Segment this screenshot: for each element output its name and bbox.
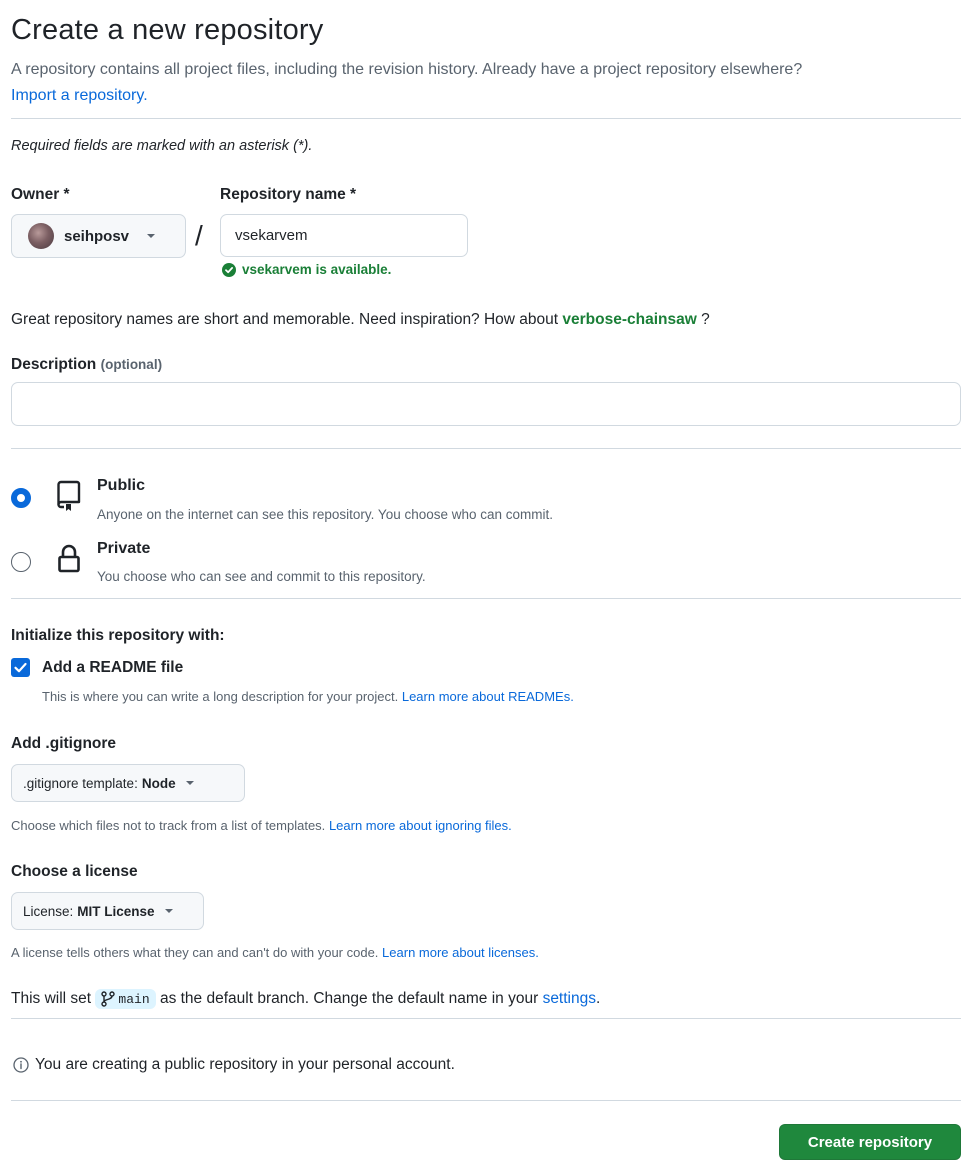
info-icon [13,1057,29,1073]
settings-link[interactable]: settings [543,990,596,1007]
divider [11,1018,961,1019]
repository-name-input[interactable] [220,214,468,257]
avatar [28,223,54,249]
readme-checkbox[interactable] [11,658,30,677]
availability-text: vsekarvem is available. [242,262,392,277]
gitignore-button-value: Node [141,775,176,791]
readme-label[interactable]: Add a README file [42,659,183,677]
private-option-description: You choose who can see and commit to thi… [97,569,426,584]
name-suggestion: Great repository names are short and mem… [11,311,710,329]
readme-learn-more-link[interactable]: Learn more about READMEs. [402,689,574,704]
branch-note-suffix: . [595,990,601,1008]
check-circle-icon [222,262,236,277]
description-input[interactable] [11,382,961,426]
lock-icon [58,544,80,573]
visibility-private-radio[interactable] [11,552,31,572]
description-label: Description [11,356,97,373]
branch-note-middle: as the default branch. Change the defaul… [159,990,539,1008]
gitignore-desc-text: Choose which files not to track from a l… [11,818,326,833]
initialize-heading: Initialize this repository with: [11,627,225,644]
required-fields-note: Required fields are marked with an aster… [11,138,313,154]
readme-description: This is where you can write a long descr… [42,689,574,704]
suggestion-suffix: ? [701,311,710,328]
license-desc-text: A license tells others what they can and… [11,945,379,960]
repository-name-label: Repository name * [220,186,357,203]
visibility-public-radio[interactable] [11,488,31,508]
suggestion-text: Great repository names are short and mem… [11,311,559,328]
page-title: Create a new repository [11,14,324,46]
git-branch-icon [101,991,116,1007]
gitignore-learn-more-link[interactable]: Learn more about ignoring files. [329,818,512,833]
public-option-title: Public [97,477,146,494]
divider [11,598,961,599]
subtitle-text: A repository contains all project files,… [11,61,803,78]
license-description: A license tells others what they can and… [11,945,539,960]
description-optional: (optional) [100,357,163,372]
public-option-description: Anyone on the internet can see this repo… [97,507,554,522]
gitignore-heading: Add .gitignore [11,735,117,752]
default-branch-note: This will set main as the default branch… [11,989,600,1009]
license-button-prefix: License: [23,903,74,919]
suggested-name-link[interactable]: verbose-chainsaw [562,311,696,328]
license-heading: Choose a license [11,863,138,880]
owner-repo-separator: / [195,220,203,251]
owner-label: Owner * [11,186,70,203]
branch-note-prefix: This will set [11,990,92,1008]
gitignore-template-dropdown[interactable]: .gitignore template: Node [11,764,245,802]
create-repository-button[interactable]: Create repository [779,1124,961,1160]
chevron-down-icon [185,781,194,785]
chevron-down-icon [147,234,156,238]
repo-icon [57,480,81,511]
branch-name: main [118,991,150,1007]
readme-desc-text: This is where you can write a long descr… [42,689,399,704]
description-label-row: Description (optional) [11,356,162,374]
gitignore-description: Choose which files not to track from a l… [11,818,512,833]
license-learn-more-link[interactable]: Learn more about licenses. [382,945,539,960]
owner-dropdown[interactable]: seihposv [11,214,186,258]
import-repository-link[interactable]: Import a repository. [11,87,148,104]
gitignore-button-prefix: .gitignore template: [23,775,138,791]
availability-status: vsekarvem is available. [222,262,391,277]
page-subtitle: A repository contains all project files,… [11,57,956,109]
divider [11,118,961,119]
owner-name: seihposv [64,227,130,245]
branch-name-pill: main [95,989,156,1009]
public-repo-notice: You are creating a public repository in … [13,1056,455,1074]
notice-text: You are creating a public repository in … [35,1056,455,1073]
check-icon [14,662,27,673]
private-option-title: Private [97,540,151,557]
divider [11,1100,961,1101]
license-button-value: MIT License [77,903,155,919]
chevron-down-icon [164,909,173,913]
divider [11,448,961,449]
license-dropdown[interactable]: License: MIT License [11,892,204,930]
